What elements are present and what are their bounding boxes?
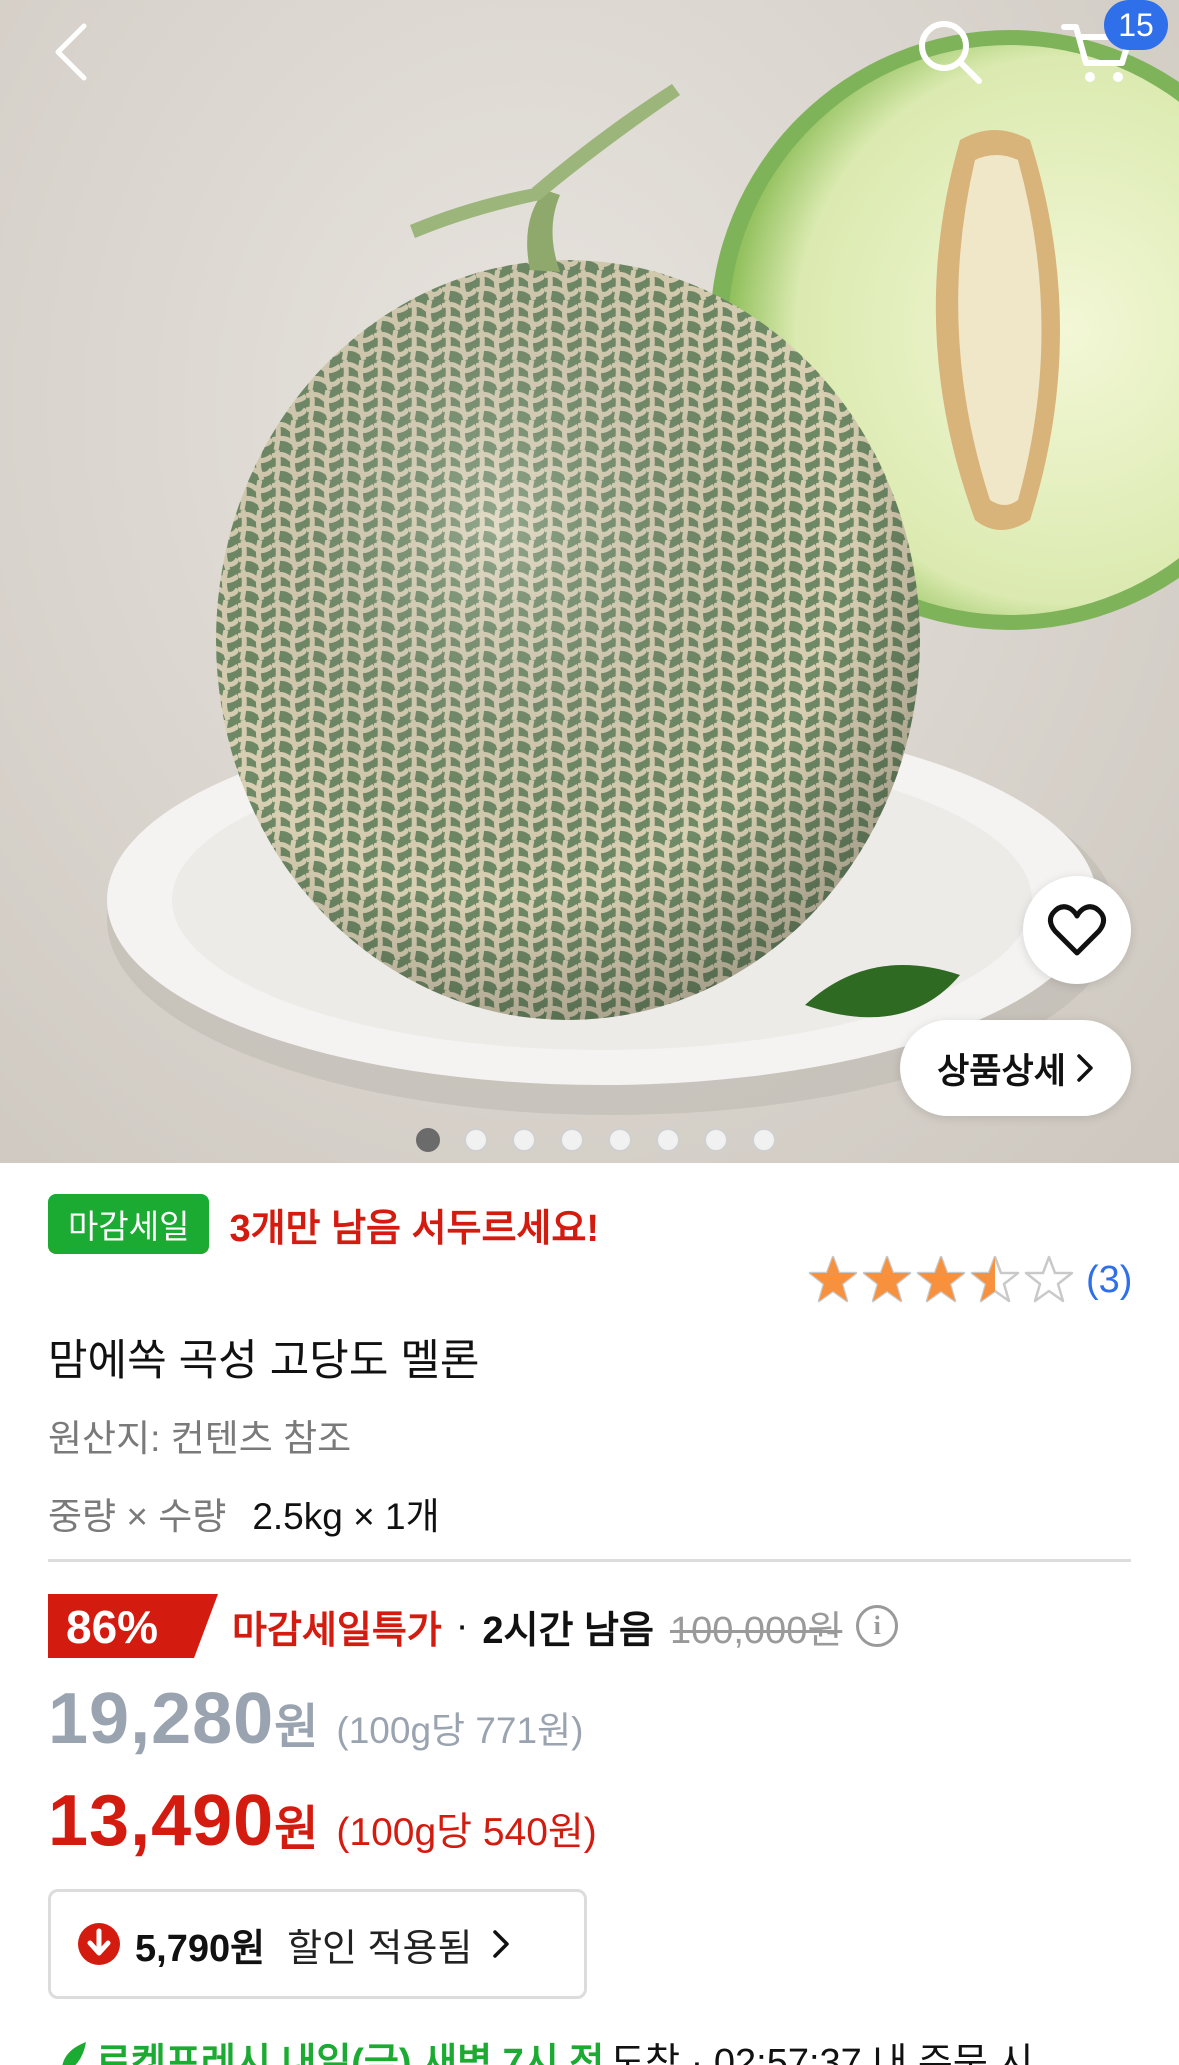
gallery-dot[interactable] (607, 1128, 632, 1152)
product-origin: 원산지: 컨텐츠 참조 (48, 1418, 352, 1459)
product-detail-label: 상품상세 (937, 1051, 1066, 1091)
product-detail-button[interactable]: 상품상세 (900, 1020, 1131, 1116)
final-price-amount: 13,490 (48, 1781, 275, 1861)
gallery-dot[interactable] (415, 1128, 440, 1152)
review-count[interactable]: (3) (1086, 1259, 1132, 1302)
melon-photo (107, 30, 1179, 1115)
chevron-left-icon (55, 23, 87, 81)
sale-unit-price: (100g당 771원) (336, 1710, 584, 1751)
gallery-dot[interactable] (655, 1128, 680, 1152)
cart-count-badge: 15 (1104, 0, 1168, 50)
gallery-dot[interactable] (703, 1128, 728, 1152)
weight-value: 2.5kg × 1개 (252, 1496, 440, 1537)
stock-notice: 3개만 남음 서두르세요! (229, 1207, 599, 1250)
gallery-pagination[interactable] (0, 1128, 1179, 1152)
product-title: 맘에쏙 곡성 고당도 멜론 (48, 1337, 480, 1385)
search-icon (919, 21, 982, 84)
coupon-amount: 5,790원 (135, 1927, 266, 1970)
wishlist-button[interactable] (1023, 876, 1131, 984)
product-weight: 중량 × 수량 2.5kg × 1개 (48, 1486, 440, 1540)
sale-price: 19,280 원 (100g당 771원) (48, 1678, 583, 1760)
heart-outline-icon (1047, 904, 1107, 956)
chevron-right-icon (1077, 1054, 1093, 1082)
info-icon[interactable]: i (856, 1605, 899, 1647)
star-icon (808, 1255, 858, 1303)
delivery-info: 로켓프레시 내일(금) 새벽 7시 전 도착 · 02:57:37 내 주문 시 (56, 2038, 1033, 2065)
final-price: 13,490 원 (100g당 540원) (48, 1780, 597, 1862)
sale-price-amount: 19,280 (48, 1679, 275, 1759)
star-icon (916, 1255, 966, 1303)
back-button[interactable] (40, 18, 100, 86)
discount-percent: 86% (66, 1601, 159, 1653)
divider (48, 1559, 1131, 1562)
star-icon (862, 1255, 912, 1303)
sale-notice-row: 마감세일 3개만 남음 서두르세요! (48, 1194, 599, 1254)
coupon-discount-button[interactable]: 5,790원 할인 적용됨 (48, 1889, 587, 1999)
rocket-fresh-icon (62, 2042, 86, 2065)
discount-badge: 86% (48, 1594, 218, 1658)
chevron-right-icon (493, 1930, 510, 1958)
star-icon (1024, 1255, 1074, 1303)
star-icon (970, 1255, 1020, 1303)
search-button[interactable] (912, 14, 988, 90)
gallery-dot[interactable] (751, 1128, 776, 1152)
gallery-dot[interactable] (511, 1128, 536, 1152)
promo-label: 마감세일특가 (232, 1609, 442, 1652)
sale-badge: 마감세일 (48, 1194, 210, 1254)
original-price: 100,000원 (669, 1609, 843, 1652)
gallery-dot[interactable] (463, 1128, 488, 1152)
delivery-date: 로켓프레시 내일(금) 새벽 7시 전 (96, 2041, 605, 2065)
rating-stars (808, 1255, 1074, 1305)
product-image-gallery[interactable]: 15 상품상세 (0, 0, 1179, 1163)
weight-label: 중량 × 수량 (48, 1496, 227, 1537)
delivery-deadline: 도착 · 02:57:37 내 주문 시 (610, 2041, 1034, 2065)
final-unit-price: (100g당 540원) (336, 1811, 597, 1854)
promo-time-left: 2시간 남음 (482, 1609, 654, 1652)
final-price-currency: 원 (274, 1803, 319, 1856)
rating[interactable]: (3) (808, 1254, 1132, 1306)
promo-separator: · (455, 1604, 469, 1647)
discount-down-arrow-icon (78, 1923, 120, 1965)
sale-price-currency: 원 (274, 1701, 319, 1754)
gallery-dot[interactable] (559, 1128, 584, 1152)
promo-row: 86% 마감세일특가 · 2시간 남음 100,000원 i (48, 1594, 899, 1658)
coupon-text: 할인 적용됨 (287, 1927, 473, 1970)
